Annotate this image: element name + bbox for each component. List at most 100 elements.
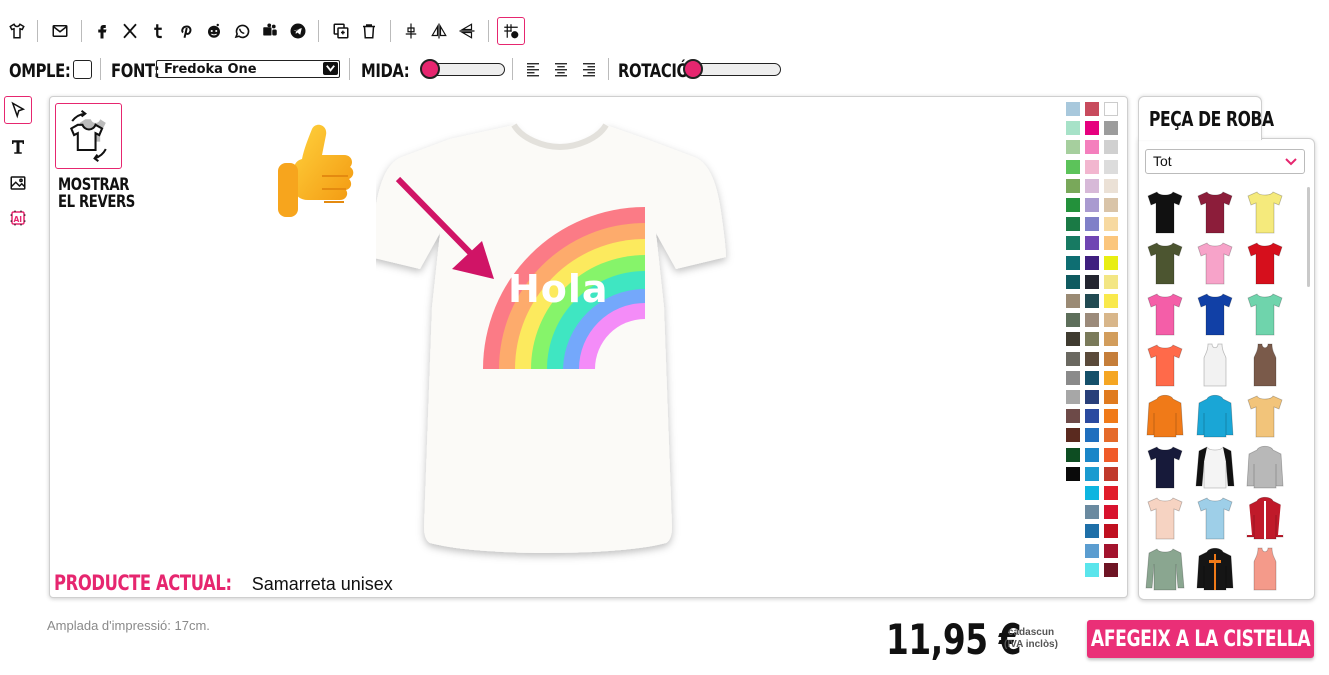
color-swatch[interactable] [1104, 524, 1118, 539]
size-slider-knob[interactable] [420, 59, 440, 79]
color-swatch[interactable] [1104, 390, 1118, 404]
color-swatch[interactable] [1104, 313, 1118, 328]
color-swatch[interactable] [1085, 332, 1099, 347]
product-hoodie-grey[interactable] [1245, 444, 1285, 490]
product-jacket-red-white[interactable] [1245, 495, 1285, 541]
color-swatch[interactable] [1085, 140, 1099, 155]
product-hoodie-orange[interactable] [1145, 393, 1185, 439]
color-swatch[interactable] [1085, 505, 1099, 520]
telegram-icon[interactable] [287, 20, 309, 42]
color-swatch[interactable] [1066, 466, 1080, 481]
x-icon[interactable] [119, 20, 141, 42]
tumblr-icon[interactable] [147, 20, 169, 42]
trash-icon[interactable] [358, 20, 380, 42]
pinterest-icon[interactable] [175, 20, 197, 42]
color-swatch[interactable] [1104, 217, 1118, 232]
color-swatch[interactable] [1085, 294, 1099, 308]
color-swatch[interactable] [1066, 409, 1080, 424]
color-swatch[interactable] [1104, 121, 1118, 136]
color-swatch[interactable] [1085, 121, 1099, 136]
email-icon[interactable] [49, 20, 71, 42]
color-swatch[interactable] [1085, 198, 1099, 212]
flip-horizontal-icon[interactable] [428, 20, 450, 42]
scrollbar[interactable] [1307, 187, 1310, 287]
text-tool-icon[interactable] [7, 136, 29, 158]
color-swatch[interactable] [1066, 236, 1080, 251]
category-select[interactable]: Tot [1145, 149, 1305, 174]
color-swatch[interactable] [1066, 217, 1080, 232]
product-tshirt-red[interactable] [1245, 240, 1285, 286]
product-tank-white[interactable] [1195, 342, 1235, 388]
reddit-icon[interactable] [203, 20, 225, 42]
color-swatch[interactable] [1104, 466, 1118, 481]
color-swatch[interactable] [1085, 313, 1099, 328]
product-tshirt-mint[interactable] [1245, 291, 1285, 337]
color-swatch[interactable] [1085, 562, 1099, 577]
product-tshirt-black[interactable] [1145, 189, 1185, 235]
show-back-button[interactable] [55, 103, 122, 169]
product-tshirt-yellow[interactable] [1245, 189, 1285, 235]
color-swatch[interactable] [1104, 332, 1118, 347]
product-longsleeve-sage[interactable] [1145, 546, 1185, 592]
design-canvas[interactable]: MOSTRAR EL REVERS Hola PRODUCTE ACTUAL: … [49, 96, 1128, 598]
color-swatch[interactable] [1066, 351, 1080, 366]
color-swatch[interactable] [1085, 102, 1099, 116]
color-swatch[interactable] [1066, 198, 1080, 212]
product-tshirt-fuchsia-women[interactable] [1145, 291, 1185, 337]
product-tank-brown[interactable] [1245, 342, 1285, 388]
color-swatch[interactable] [1085, 428, 1099, 443]
product-tshirt-navy[interactable] [1145, 444, 1185, 490]
ai-tool-icon[interactable]: AI [7, 207, 29, 229]
color-swatch[interactable] [1104, 294, 1118, 308]
align-left-icon[interactable] [522, 58, 544, 80]
color-swatch[interactable] [1104, 102, 1118, 116]
color-swatch[interactable] [1104, 198, 1118, 212]
color-swatch[interactable] [1085, 447, 1099, 462]
color-swatch[interactable] [1085, 486, 1099, 500]
color-swatch[interactable] [1066, 294, 1080, 308]
align-center-icon[interactable] [400, 20, 422, 42]
color-swatch[interactable] [1066, 313, 1080, 328]
color-swatch[interactable] [1066, 447, 1080, 462]
grid-snap-icon[interactable] [497, 17, 525, 45]
product-tshirt-royal[interactable] [1195, 291, 1235, 337]
color-swatch[interactable] [1104, 140, 1118, 155]
product-tshirt-peach[interactable] [1145, 495, 1185, 541]
product-raglan-white-black[interactable] [1195, 444, 1235, 490]
color-swatch[interactable] [1104, 236, 1118, 251]
color-swatch[interactable] [1066, 140, 1080, 155]
color-swatch[interactable] [1104, 274, 1118, 289]
color-swatch[interactable] [1066, 255, 1080, 270]
font-select[interactable]: Fredoka One [156, 60, 340, 78]
add-to-cart-button[interactable]: AFEGEIX A LA CISTELLA [1087, 620, 1314, 658]
flip-vertical-icon[interactable] [456, 20, 478, 42]
color-swatch[interactable] [1066, 178, 1080, 193]
product-tshirt-skyblue[interactable] [1195, 495, 1235, 541]
color-swatch[interactable] [1085, 370, 1099, 385]
design-text[interactable]: Hola [508, 267, 609, 311]
color-swatch[interactable] [1085, 217, 1099, 232]
color-swatch[interactable] [1066, 121, 1080, 136]
color-swatch[interactable] [1085, 351, 1099, 366]
product-tshirt-maroon[interactable] [1195, 189, 1235, 235]
select-tool-icon[interactable] [4, 96, 32, 124]
fill-checkbox[interactable] [73, 60, 92, 79]
color-swatch[interactable] [1104, 562, 1118, 577]
color-swatch[interactable] [1085, 236, 1099, 251]
whatsapp-icon[interactable] [231, 20, 253, 42]
product-hoodie-black-orange[interactable] [1195, 546, 1235, 592]
facebook-icon[interactable] [91, 20, 113, 42]
color-swatch[interactable] [1066, 159, 1080, 174]
color-swatch[interactable] [1066, 274, 1080, 289]
color-swatch[interactable] [1104, 351, 1118, 366]
align-center-text-icon[interactable] [550, 58, 572, 80]
color-swatch[interactable] [1104, 505, 1118, 520]
tab-garments[interactable]: PEÇA DE ROBA [1138, 96, 1274, 140]
color-swatch[interactable] [1085, 409, 1099, 424]
align-right-icon[interactable] [578, 58, 600, 80]
color-swatch[interactable] [1104, 370, 1118, 385]
color-swatch[interactable] [1085, 543, 1099, 558]
color-swatch[interactable] [1085, 274, 1099, 289]
color-swatch[interactable] [1104, 159, 1118, 174]
teams-icon[interactable] [259, 20, 281, 42]
